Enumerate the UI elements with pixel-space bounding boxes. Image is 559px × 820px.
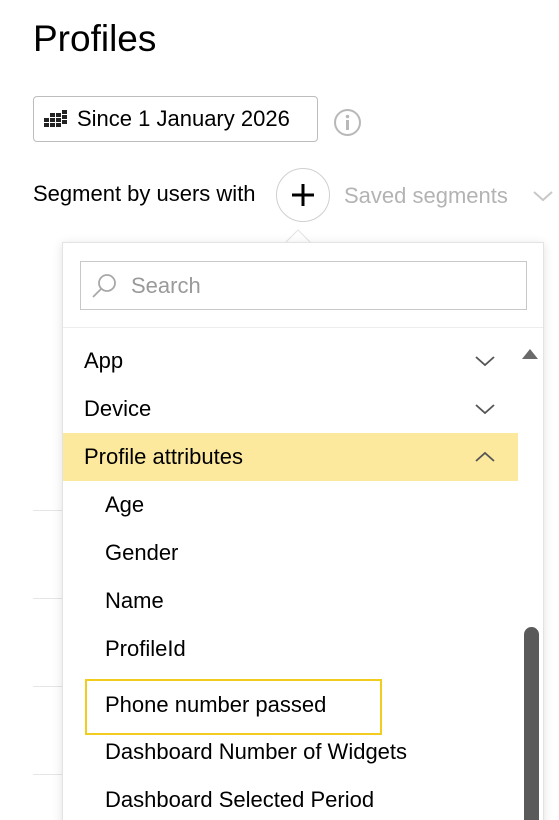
page-title: Profiles — [33, 18, 157, 59]
group-label: Device — [84, 396, 152, 421]
info-icon[interactable] — [333, 108, 362, 137]
group-device[interactable]: Device — [63, 385, 518, 433]
calendar-grid-icon — [44, 110, 67, 127]
attribute-search-box[interactable] — [80, 261, 527, 310]
attribute-list: App Device Profile attributes Age Gender… — [63, 337, 518, 820]
attribute-item-gender[interactable]: Gender — [63, 529, 518, 577]
attribute-label: Name — [105, 588, 164, 613]
group-profile-attributes[interactable]: Profile attributes — [63, 433, 518, 481]
saved-segments-dropdown[interactable]: Saved segments — [344, 182, 508, 210]
attribute-search-input[interactable] — [129, 271, 526, 300]
chevron-down-icon[interactable] — [532, 188, 554, 204]
attribute-item-dashboard-number-of-widgets[interactable]: Dashboard Number of Widgets — [63, 728, 518, 776]
attribute-item-dashboard-selected-period[interactable]: Dashboard Selected Period — [63, 776, 518, 820]
attribute-label: Dashboard Selected Period — [105, 787, 375, 812]
group-label: App — [84, 348, 124, 373]
search-icon — [92, 273, 116, 298]
chevron-down-icon — [475, 356, 495, 367]
scroll-up-arrow-icon[interactable] — [521, 346, 539, 360]
date-period-button[interactable]: Since 1 January 2026 — [33, 96, 318, 142]
attribute-label: Age — [105, 492, 145, 517]
profiles-page: Profiles Since 1 January 2026 Segment by… — [0, 0, 559, 820]
dropdown-caret — [285, 229, 311, 243]
attribute-item-phone-number-passed[interactable]: Phone number passed — [63, 678, 518, 735]
attribute-label: Dashboard Number of Widgets — [105, 739, 408, 764]
chevron-up-icon — [475, 451, 495, 462]
add-segment-button[interactable] — [276, 168, 330, 222]
attribute-label: ProfileId — [105, 636, 186, 661]
attribute-label: Phone number passed — [105, 692, 327, 717]
segment-label: Segment by users with — [33, 181, 256, 206]
attribute-label: Gender — [105, 540, 179, 565]
group-label: Profile attributes — [84, 444, 243, 469]
scrollbar-thumb[interactable] — [524, 627, 539, 820]
attribute-item-name[interactable]: Name — [63, 577, 518, 625]
segment-attribute-dropdown: App Device Profile attributes Age — [62, 242, 544, 820]
attribute-item-profileid[interactable]: ProfileId — [63, 625, 518, 673]
search-divider — [63, 327, 543, 328]
date-period-label: Since 1 January 2026 — [77, 106, 290, 131]
chevron-down-icon — [475, 404, 495, 415]
group-app[interactable]: App — [63, 337, 518, 385]
attribute-item-age[interactable]: Age — [63, 481, 518, 529]
plus-icon — [292, 184, 314, 206]
